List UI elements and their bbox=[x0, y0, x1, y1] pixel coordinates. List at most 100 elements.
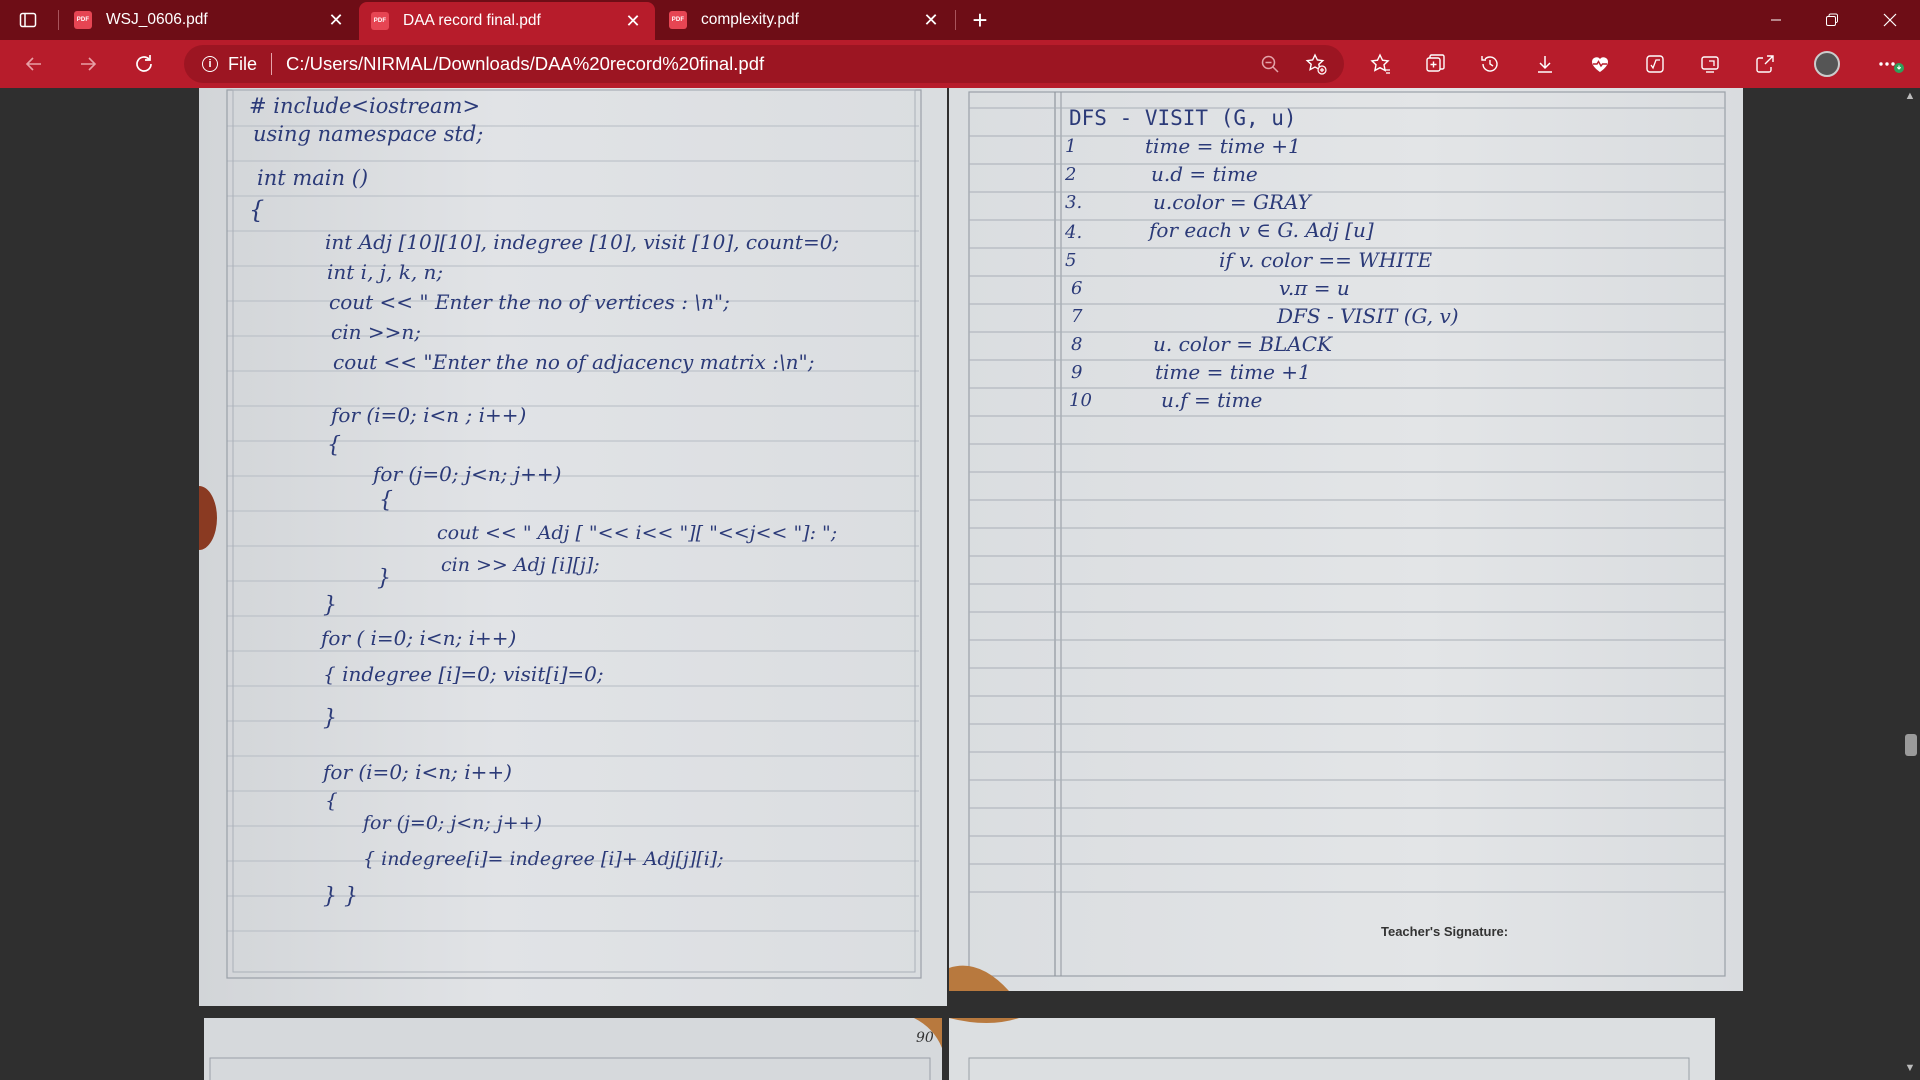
tab-title: DAA record final.pdf bbox=[403, 12, 541, 29]
code-line: { bbox=[327, 433, 341, 458]
forward-button[interactable] bbox=[70, 48, 106, 80]
code-line: cout << " Enter the no of vertices : \n"… bbox=[329, 290, 730, 314]
favorites-button[interactable] bbox=[1360, 48, 1400, 80]
close-tab-icon[interactable]: ✕ bbox=[326, 11, 346, 29]
code-line: int main () bbox=[257, 166, 369, 190]
download-icon bbox=[1538, 56, 1552, 73]
step-number: 2 bbox=[1065, 164, 1077, 185]
step-number: 4. bbox=[1065, 222, 1083, 243]
new-tab-button[interactable]: + bbox=[964, 4, 996, 36]
step-text: u.f = time bbox=[1161, 388, 1263, 412]
tab-daa-record[interactable]: PDF DAA record final.pdf ✕ bbox=[359, 2, 655, 40]
code-line: { bbox=[249, 196, 265, 224]
heart-pulse-icon bbox=[1592, 57, 1608, 72]
code-line: } bbox=[377, 566, 391, 591]
code-line: for ( i=0; i<n; i++) bbox=[321, 626, 517, 650]
zoom-out-icon[interactable] bbox=[1252, 45, 1288, 83]
url-text[interactable]: C:/Users/NIRMAL/Downloads/DAA%20record%2… bbox=[286, 53, 764, 75]
code-line: for (i=0; i<n ; i++) bbox=[331, 403, 527, 427]
favorites-icon bbox=[1370, 53, 1390, 74]
address-bar[interactable]: i File C:/Users/NIRMAL/Downloads/DAA%20r… bbox=[184, 45, 1344, 83]
step-number: 3. bbox=[1065, 192, 1083, 213]
code-line: } } bbox=[323, 884, 358, 909]
step-text: time = time +1 bbox=[1145, 134, 1301, 158]
tab-separator bbox=[58, 10, 59, 30]
step-number: 1 bbox=[1065, 136, 1077, 157]
close-icon bbox=[1883, 13, 1897, 27]
tab-complexity[interactable]: PDF complexity.pdf ✕ bbox=[657, 0, 953, 40]
downloads-button[interactable] bbox=[1525, 48, 1565, 80]
code-line: for (j=0; j<n; j++) bbox=[373, 462, 562, 486]
back-button[interactable] bbox=[16, 48, 52, 80]
pdf-page-next-right bbox=[949, 1018, 1715, 1080]
close-tab-icon[interactable]: ✕ bbox=[623, 12, 643, 30]
step-number: 8 bbox=[1071, 334, 1083, 355]
page-number: 90 bbox=[916, 1030, 934, 1046]
tab-title: WSJ_0606.pdf bbox=[106, 11, 208, 28]
code-line: } bbox=[323, 593, 337, 618]
step-text: if v. color == WHITE bbox=[1219, 248, 1433, 272]
refresh-button[interactable] bbox=[126, 48, 162, 80]
tab-title: complexity.pdf bbox=[701, 11, 799, 28]
tab-wsj[interactable]: PDF WSJ_0606.pdf ✕ bbox=[62, 0, 358, 40]
share-button[interactable] bbox=[1745, 48, 1785, 80]
browser-essentials-button[interactable] bbox=[1580, 48, 1620, 80]
scrollbar-thumb[interactable] bbox=[1905, 734, 1917, 756]
add-favorite-icon[interactable] bbox=[1298, 45, 1334, 83]
code-line: for (j=0; j<n; j++) bbox=[363, 812, 542, 834]
code-line: # include<iostream> bbox=[249, 94, 481, 118]
cast-icon bbox=[1701, 56, 1719, 73]
profile-button[interactable] bbox=[1807, 48, 1847, 80]
ruled-lines bbox=[209, 1018, 942, 1080]
step-text: v.π = u bbox=[1279, 276, 1350, 300]
scheme-label: File bbox=[228, 53, 258, 74]
code-line: cout << " Adj [ "<< i<< "][ "<<j<< "]: "… bbox=[437, 522, 838, 544]
code-line: for (i=0; i<n; i++) bbox=[323, 760, 512, 784]
step-text: u.d = time bbox=[1151, 162, 1258, 186]
minimize-button[interactable] bbox=[1748, 0, 1804, 40]
restore-icon bbox=[1826, 13, 1838, 26]
pdf-file-icon: PDF bbox=[669, 11, 687, 29]
restore-button[interactable] bbox=[1804, 0, 1860, 40]
close-window-button[interactable] bbox=[1862, 0, 1918, 40]
code-line: cout << "Enter the no of adjacency matri… bbox=[333, 350, 815, 374]
step-number: 7 bbox=[1071, 306, 1083, 327]
step-text: u. color = BLACK bbox=[1153, 332, 1332, 356]
screen-cast-button[interactable] bbox=[1690, 48, 1730, 80]
more-icon bbox=[1879, 62, 1904, 73]
pdf-page-next-left: 90 bbox=[204, 1018, 942, 1080]
share-icon bbox=[1756, 55, 1774, 73]
step-number: 6 bbox=[1071, 278, 1083, 299]
scroll-up-arrow-icon[interactable]: ▲ bbox=[1900, 90, 1920, 106]
code-line: cin >>n; bbox=[331, 320, 421, 344]
refresh-icon bbox=[136, 55, 152, 72]
avatar bbox=[1814, 51, 1840, 77]
collections-icon bbox=[1426, 54, 1445, 72]
step-number: 9 bbox=[1071, 362, 1083, 383]
navigation-bar: i File C:/Users/NIRMAL/Downloads/DAA%20r… bbox=[0, 40, 1920, 88]
code-line: { indegree [i]=0; visit[i]=0; bbox=[323, 662, 604, 686]
math-solver-button[interactable] bbox=[1635, 48, 1675, 80]
code-line: int i, j, k, n; bbox=[327, 260, 444, 284]
tab-actions-icon[interactable] bbox=[16, 8, 40, 32]
step-text: u.color = GRAY bbox=[1153, 190, 1311, 214]
minimize-icon bbox=[1771, 19, 1781, 21]
settings-menu-button[interactable] bbox=[1868, 48, 1912, 80]
scroll-down-arrow-icon[interactable]: ▼ bbox=[1900, 1062, 1920, 1078]
code-line: cin >> Adj [i][j]; bbox=[441, 554, 600, 576]
close-tab-icon[interactable]: ✕ bbox=[921, 11, 941, 29]
pdf-page-right: DFS - VISIT (G, u) 1 time = time +1 2 u.… bbox=[949, 88, 1743, 991]
vertical-scrollbar[interactable]: ▲ ▼ bbox=[1900, 88, 1920, 1080]
step-text: DFS - VISIT (G, v) bbox=[1277, 304, 1459, 328]
forward-arrow-icon bbox=[81, 57, 97, 71]
code-line: { bbox=[379, 488, 393, 513]
pdf-file-icon: PDF bbox=[74, 11, 92, 29]
ruled-lines bbox=[949, 1018, 1690, 1080]
code-line: int Adj [10][10], indegree [10], visit [… bbox=[325, 230, 840, 254]
history-button[interactable] bbox=[1470, 48, 1510, 80]
teacher-signature-label: Teacher's Signature: bbox=[1381, 924, 1509, 939]
collections-button[interactable] bbox=[1415, 48, 1455, 80]
pdf-viewer[interactable]: # include<iostream> using namespace std;… bbox=[0, 88, 1920, 1080]
info-icon[interactable]: i bbox=[202, 56, 218, 72]
history-icon bbox=[1481, 56, 1498, 72]
